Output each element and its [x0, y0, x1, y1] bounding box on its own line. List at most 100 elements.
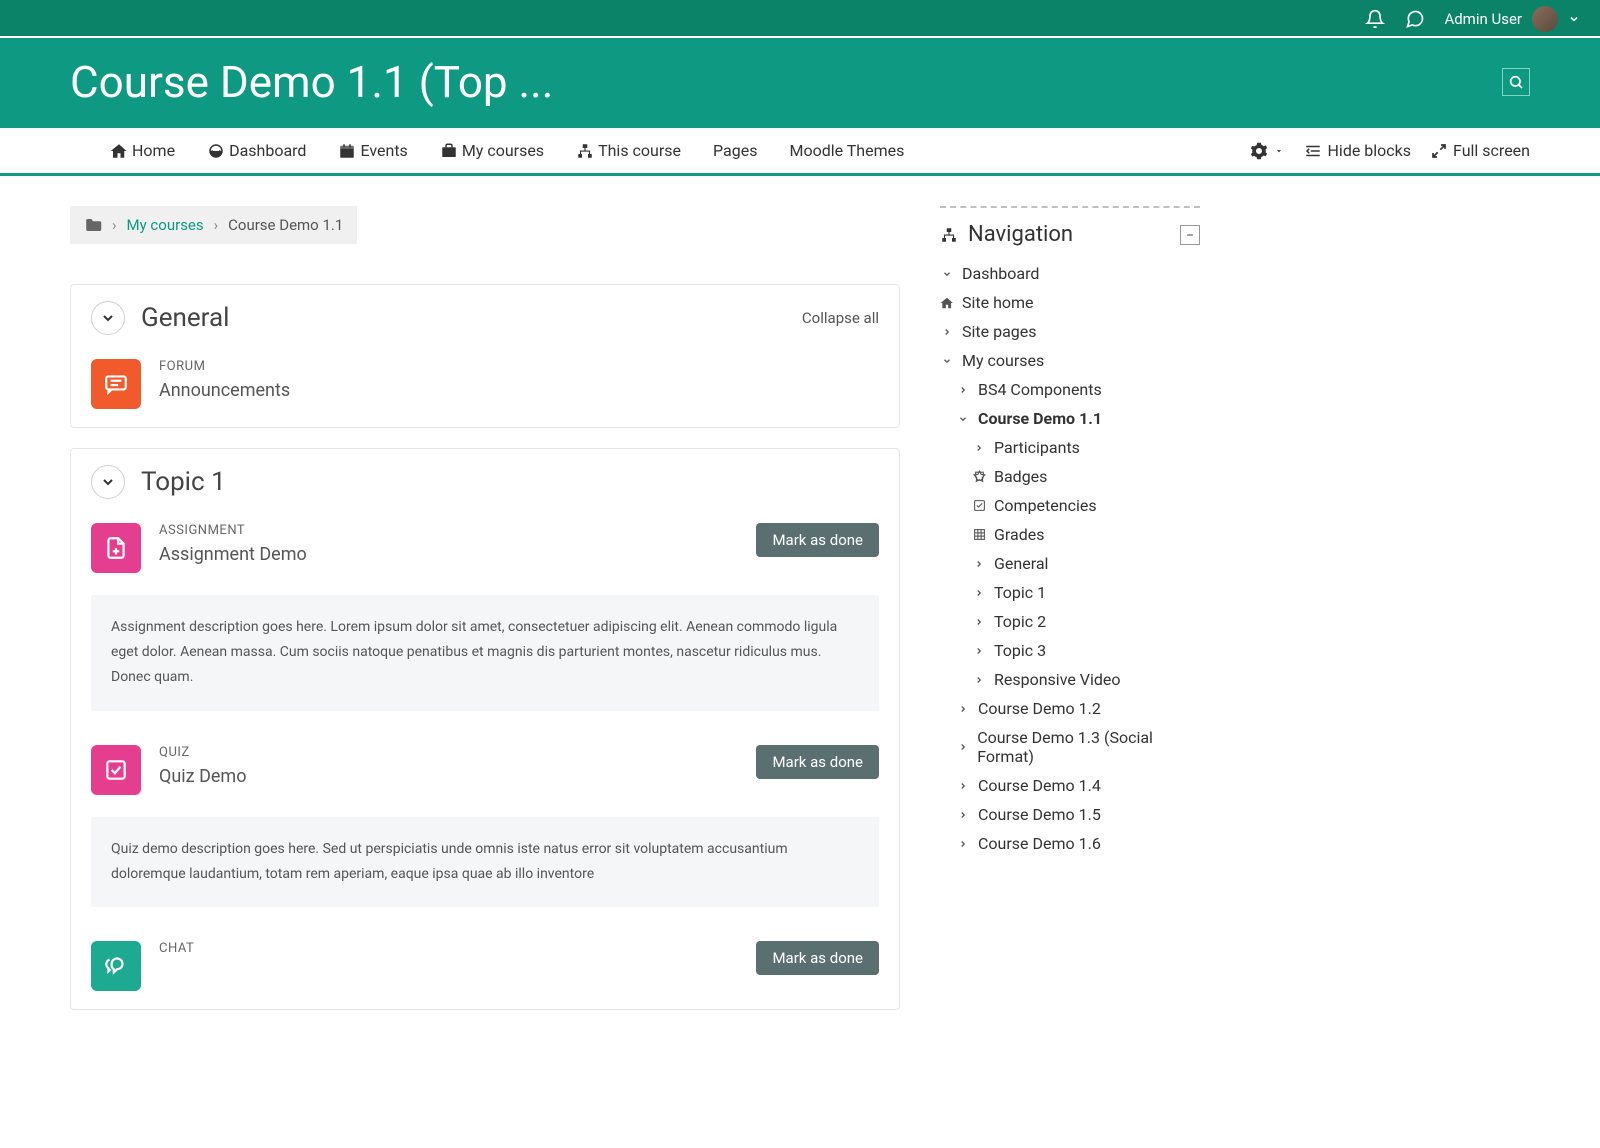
tree-item[interactable]: My courses [940, 346, 1200, 375]
tree-item[interactable]: Course Demo 1.3 (Social Format) [940, 723, 1200, 771]
tree-item-label: Course Demo 1.3 (Social Format) [977, 728, 1200, 766]
collapse-block-button[interactable] [1180, 225, 1200, 245]
user-menu[interactable]: Admin User [1444, 6, 1580, 32]
section-topic-1: Topic 1 ASSIGNMENT Assignment Demo Mark … [70, 448, 900, 1010]
activity-chat[interactable]: CHAT Mark as done [71, 927, 899, 1009]
right-icon [972, 617, 986, 627]
tree-item-label: Responsive Video [994, 670, 1121, 689]
search-icon [1508, 74, 1524, 90]
tree-item[interactable]: Topic 2 [940, 607, 1200, 636]
search-button[interactable] [1502, 68, 1530, 96]
nav-my-courses[interactable]: My courses [440, 141, 544, 160]
grid-icon [972, 528, 986, 541]
activity-text: QUIZ Quiz Demo [159, 745, 738, 787]
header: Course Demo 1.1 (Top ... [0, 38, 1600, 128]
tree-item[interactable]: Course Demo 1.4 [940, 771, 1200, 800]
nav-right: Hide blocks Full screen [1250, 141, 1530, 160]
nav-label: Pages [713, 141, 757, 160]
caret-down-icon [1274, 146, 1284, 156]
user-name: Admin User [1444, 10, 1522, 28]
tree-item[interactable]: Competencies [940, 491, 1200, 520]
nav-label: My courses [462, 141, 544, 160]
tree-item-label: Topic 2 [994, 612, 1046, 631]
tree-item-label: Course Demo 1.5 [978, 805, 1101, 824]
tree-item[interactable]: Badges [940, 462, 1200, 491]
activity-forum[interactable]: FORUM Announcements [71, 345, 899, 427]
calendar-icon [338, 142, 356, 160]
breadcrumb-sep: › [112, 216, 117, 234]
nav-tree: Dashboard Site homeSite pagesMy coursesBS… [940, 259, 1200, 858]
tree-item-label: General [994, 554, 1048, 573]
activity-type: ASSIGNMENT [159, 523, 738, 538]
activity-name: Announcements [159, 380, 879, 401]
tree-item[interactable]: General [940, 549, 1200, 578]
activity-type: QUIZ [159, 745, 738, 760]
breadcrumb-sep: › [214, 216, 219, 234]
tree-item-label: Course Demo 1.2 [978, 699, 1101, 718]
bell-icon[interactable] [1364, 8, 1386, 30]
tree-item[interactable]: Site pages [940, 317, 1200, 346]
nav-moodle-themes[interactable]: Moodle Themes [789, 141, 904, 160]
nav-label: Home [132, 141, 175, 160]
right-icon [956, 810, 970, 820]
right-icon [972, 588, 986, 598]
mark-done-button[interactable]: Mark as done [756, 941, 879, 975]
nav-dashboard[interactable]: Dashboard [207, 141, 306, 160]
section-head: General Collapse all [71, 285, 899, 345]
chevron-down-icon [100, 474, 116, 490]
main-column: › My courses › Course Demo 1.1 General C… [70, 206, 900, 1030]
tree-item[interactable]: Course Demo 1.2 [940, 694, 1200, 723]
quiz-icon [91, 745, 141, 795]
page-title: Course Demo 1.1 (Top ... [70, 56, 553, 108]
content: › My courses › Course Demo 1.1 General C… [0, 176, 1600, 1030]
navigation-block: Navigation Dashboard Site homeSite pagesM… [940, 206, 1200, 858]
collapse-toggle[interactable] [91, 301, 125, 335]
activity-assignment[interactable]: ASSIGNMENT Assignment Demo Mark as done [71, 509, 899, 591]
forum-icon [91, 359, 141, 409]
nav-home[interactable]: Home [110, 141, 175, 160]
nav-block-head: Navigation [940, 222, 1200, 247]
hide-blocks-button[interactable]: Hide blocks [1304, 141, 1412, 160]
chat-activity-icon [91, 941, 141, 991]
tree-item[interactable]: Course Demo 1.5 [940, 800, 1200, 829]
tree-item[interactable]: Grades [940, 520, 1200, 549]
activity-quiz[interactable]: QUIZ Quiz Demo Mark as done [71, 731, 899, 813]
nav-label: Events [360, 141, 407, 160]
tree-item[interactable]: Site home [940, 288, 1200, 317]
assignment-icon [91, 523, 141, 573]
down-icon [940, 269, 954, 279]
chat-icon[interactable] [1404, 8, 1426, 30]
right-icon [956, 781, 970, 791]
tree-item[interactable]: Participants [940, 433, 1200, 462]
tree-item-label: Course Demo 1.6 [978, 834, 1101, 853]
tree-item[interactable]: BS4 Components [940, 375, 1200, 404]
tree-item[interactable]: Topic 1 [940, 578, 1200, 607]
tree-item-label: Course Demo 1.4 [978, 776, 1101, 795]
home-icon [940, 296, 954, 310]
settings-button[interactable] [1250, 142, 1284, 160]
tree-item[interactable]: Topic 3 [940, 636, 1200, 665]
full-screen-button[interactable]: Full screen [1431, 141, 1530, 160]
tree-item[interactable]: Dashboard [940, 259, 1200, 288]
sitemap-icon [940, 226, 958, 244]
activity-type: FORUM [159, 359, 879, 374]
nav-events[interactable]: Events [338, 141, 407, 160]
collapse-all-button[interactable]: Collapse all [802, 309, 879, 327]
activity-text: ASSIGNMENT Assignment Demo [159, 523, 738, 565]
tree-item[interactable]: Course Demo 1.1 [940, 404, 1200, 433]
indent-icon [1304, 142, 1322, 160]
nav-this-course[interactable]: This course [576, 141, 681, 160]
mark-done-button[interactable]: Mark as done [756, 523, 879, 557]
full-screen-label: Full screen [1453, 141, 1530, 160]
mark-done-button[interactable]: Mark as done [756, 745, 879, 779]
tree-item[interactable]: Responsive Video [940, 665, 1200, 694]
nav-pages[interactable]: Pages [713, 141, 757, 160]
tree-item[interactable]: Course Demo 1.6 [940, 829, 1200, 858]
topbar: Admin User [0, 0, 1600, 38]
right-icon [956, 385, 970, 395]
tree-item-label: Topic 1 [994, 583, 1046, 602]
breadcrumb-my-courses[interactable]: My courses [127, 216, 204, 234]
collapse-toggle[interactable] [91, 465, 125, 499]
tree-item-label: Dashboard [962, 264, 1039, 283]
briefcase-icon [440, 142, 458, 160]
